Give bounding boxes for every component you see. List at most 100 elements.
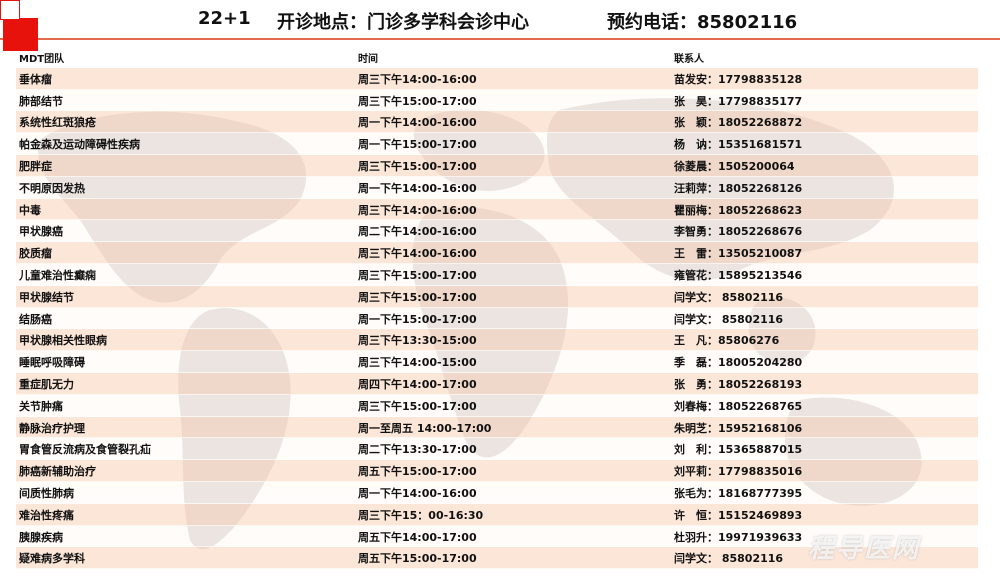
table-row: 甲状腺相关性眼病 周三下午13:30-15:00 王 凡：85806276 [16, 329, 978, 352]
cell-team: 胃食管反流病及食管裂孔疝 [19, 443, 151, 457]
cell-contact: 张 勇：18052268193 [674, 377, 803, 391]
table-row: 重症肌无力 周四下午14:00-17:00 张 勇：18052268193 [16, 372, 978, 395]
cell-team: 肥胖症 [19, 159, 52, 173]
column-header-time: 时间 [358, 54, 378, 65]
cell-contact: 闫学文： 85802116 [674, 312, 784, 326]
cell-team: 帕金森及运动障碍性疾病 [19, 138, 140, 152]
cell-team: 儿童难治性癫痫 [19, 268, 96, 282]
cell-time: 周三下午15:00-17:00 [358, 290, 477, 304]
cell-contact: 张毛为：18168777395 [674, 486, 803, 500]
cell-contact: 汪莉萍：18052268126 [674, 181, 803, 195]
cell-time: 周四下午14:00-17:00 [358, 377, 477, 391]
cell-contact: 刘春梅：18052268765 [674, 399, 803, 413]
table-row: 肥胖症 周三下午15:00-17:00 徐菱晨：1505200064 [16, 154, 978, 177]
table-row: 垂体瘤 周三下午14:00-16:00 苗发安：17798835128 [16, 67, 978, 90]
table-row: 系统性红斑狼疮 周一下午14:00-16:00 张 颖：18052268872 [16, 111, 978, 134]
cell-time: 周一下午14:00-16:00 [358, 486, 477, 500]
cell-time: 周三下午15:00-17:00 [358, 94, 477, 108]
cell-team: 甲状腺癌 [19, 225, 63, 239]
cell-time: 周三下午14:00-16:00 [358, 203, 477, 217]
cell-team: 胰腺疾病 [19, 530, 63, 544]
table-row: 甲状腺癌 周二下午14:00-16:00 李智勇：18052268676 [16, 220, 978, 243]
table-row: 胃食管反流病及食管裂孔疝 周二下午13:30-17:00 刘 利：153658870… [16, 438, 978, 461]
cell-time: 周一下午14:00-16:00 [358, 116, 477, 130]
cell-time: 周三下午14:00-16:00 [358, 72, 477, 86]
table-row: 甲状腺结节 周三下午15:00-17:00 闫学文： 85802116 [16, 285, 978, 308]
cell-contact: 季 磊：18005204280 [674, 356, 803, 370]
cell-team: 不明原因发热 [19, 181, 85, 195]
cell-contact: 张 昊：17798835177 [674, 94, 803, 108]
cell-contact: 闫学文： 85802116 [674, 552, 784, 566]
cell-contact: 杨 讷：15351681571 [674, 138, 803, 152]
cell-team: 中毒 [19, 203, 41, 217]
table-row: 儿童难治性癫痫 周三下午15:00-17:00 雍管花：15895213546 [16, 263, 978, 286]
cell-time: 周五下午15:00-17:00 [358, 552, 477, 566]
cell-time: 周三下午13:30-15:00 [358, 334, 477, 348]
cell-contact: 李智勇：18052268676 [674, 225, 803, 239]
cell-time: 周五下午15:00-17:00 [358, 465, 477, 479]
cell-team: 结肠癌 [19, 312, 52, 326]
cell-time: 周三下午15:00-17:00 [358, 159, 477, 173]
table-row: 结肠癌 周一下午15:00-17:00 闫学文： 85802116 [16, 307, 978, 330]
cell-team: 静脉治疗护理 [19, 421, 85, 435]
cell-contact: 瞿丽梅：18052268623 [674, 203, 803, 217]
cell-time: 周三下午15:00-17:00 [358, 268, 477, 282]
cell-contact: 王 雷：13505210087 [674, 247, 803, 261]
cell-contact: 张 颖：18052268872 [674, 116, 803, 130]
cell-contact: 刘平莉：17798835016 [674, 465, 803, 479]
cell-team: 甲状腺结节 [19, 290, 74, 304]
table-row: 肺癌新辅助治疗 周五下午15:00-17:00 刘平莉：17798835016 [16, 460, 978, 482]
cell-contact: 杜羽升：19971939633 [674, 530, 803, 544]
cell-time: 周五下午14:00-17:00 [358, 530, 477, 544]
table-row: 关节肿痛 周三下午15:00-17:00 刘春梅：18052268765 [16, 394, 978, 417]
header-number: 22+1 [198, 8, 251, 29]
cell-time: 周一下午14:00-16:00 [358, 181, 477, 195]
cell-contact: 徐菱晨：1505200064 [674, 159, 795, 173]
cell-contact: 刘 利：15365887015 [674, 443, 803, 457]
cell-time: 周一至周五 14:00-17:00 [358, 421, 492, 435]
cell-team: 甲状腺相关性眼病 [19, 334, 107, 348]
corner-logo-mark [0, 0, 40, 51]
column-header-contact: 联系人 [674, 54, 704, 65]
table-row: 静脉治疗护理 周一至周五 14:00-17:00 朱明芝：15952168106 [16, 416, 978, 439]
cell-time: 周三下午15：00-16:30 [358, 508, 484, 522]
page-header: 22+1 开诊地点：门诊多学科会诊中心 预约电话：85802116 [0, 0, 1000, 40]
cell-time: 周一下午15:00-17:00 [358, 312, 477, 326]
cell-team: 重症肌无力 [19, 377, 74, 391]
table-row: 睡眠呼吸障碍 周三下午14:00-15:00 季 磊：18005204280 [16, 351, 978, 373]
table-row: 难治性疼痛 周三下午15：00-16:30 许 恒：15152469893 [16, 503, 978, 526]
cell-team: 系统性红斑狼疮 [19, 116, 96, 130]
table-row: 肺部结节 周三下午15:00-17:00 张 昊：17798835177 [16, 89, 978, 112]
header-location: 开诊地点：门诊多学科会诊中心 [277, 12, 529, 33]
cell-time: 周三下午15:00-17:00 [358, 399, 477, 413]
cell-team: 间质性肺病 [19, 486, 74, 500]
cell-team: 难治性疼痛 [19, 508, 74, 522]
cell-time: 周三下午14:00-15:00 [358, 356, 477, 370]
red-square-icon [3, 18, 38, 51]
cell-team: 疑难病多学科 [19, 552, 85, 566]
cell-team: 肺癌新辅助治疗 [19, 465, 96, 479]
outline-square-icon [0, 0, 20, 20]
cell-time: 周二下午13:30-17:00 [358, 443, 477, 457]
mdt-schedule-table: MDT团队 时间 联系人 垂体瘤 周三下午14:00-16:00 苗发安：17798… [16, 46, 978, 570]
cell-contact: 苗发安：17798835128 [674, 72, 803, 86]
table-header-row: MDT团队 时间 联系人 [16, 46, 978, 68]
cell-time: 周二下午14:00-16:00 [358, 225, 477, 239]
cell-contact: 朱明芝：15952168106 [674, 421, 803, 435]
cell-team: 胶质瘤 [19, 247, 52, 261]
site-watermark: 程导医网 [808, 534, 921, 564]
table-row: 胶质瘤 周三下午14:00-16:00 王 雷：13505210087 [16, 242, 978, 264]
cell-contact: 许 恒：15152469893 [674, 508, 803, 522]
column-header-team: MDT团队 [19, 54, 65, 65]
cell-team: 睡眠呼吸障碍 [19, 356, 85, 370]
cell-contact: 王 凡：85806276 [674, 334, 780, 348]
cell-time: 周三下午14:00-16:00 [358, 247, 477, 261]
cell-contact: 雍管花：15895213546 [674, 268, 803, 282]
table-row: 帕金森及运动障碍性疾病 周一下午15:00-17:00 杨 讷：1535168157… [16, 133, 978, 155]
cell-time: 周一下午15:00-17:00 [358, 138, 477, 152]
table-row: 间质性肺病 周一下午14:00-16:00 张毛为：18168777395 [16, 481, 978, 504]
cell-team: 肺部结节 [19, 94, 63, 108]
header-phone: 预约电话：85802116 [607, 12, 798, 33]
table-row: 中毒 周三下午14:00-16:00 瞿丽梅：18052268623 [16, 198, 978, 221]
cell-contact: 闫学文： 85802116 [674, 290, 784, 304]
